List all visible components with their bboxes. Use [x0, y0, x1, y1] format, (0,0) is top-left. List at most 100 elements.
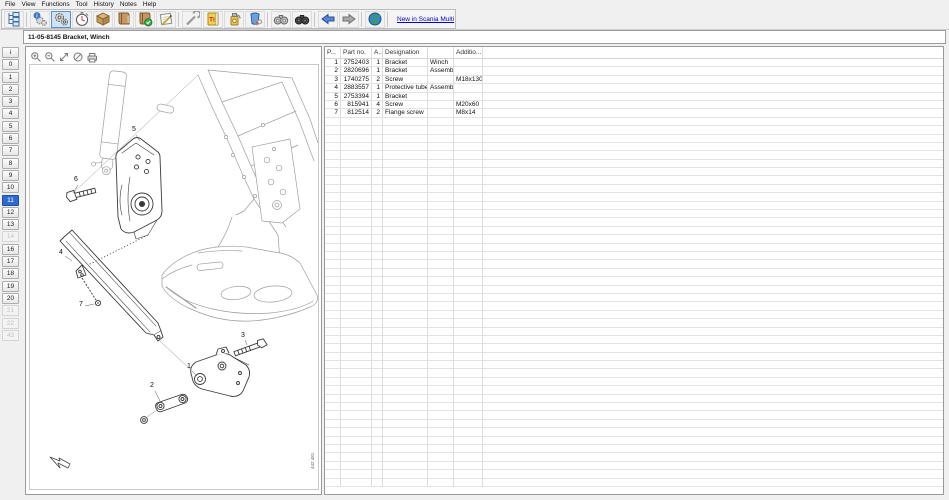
table-row[interactable]: 68159414ScrewM20x60: [325, 101, 943, 109]
sidebar-item-3[interactable]: 3: [2, 96, 19, 107]
cell-part-no: [341, 286, 372, 294]
zoom-area-button[interactable]: [58, 51, 70, 63]
toolbar-button-parts-info[interactable]: i: [30, 11, 50, 28]
cell-qty: [372, 437, 383, 445]
table-row[interactable]: 428835571Protective tubeAssembly: [325, 84, 943, 92]
toolbar-button-book-check[interactable]: [135, 11, 155, 28]
cell-part-no: [341, 185, 372, 193]
cell-extra: [428, 277, 454, 285]
table-row[interactable]: 78125142Flange screwM8x14: [325, 109, 943, 117]
column-header-pos[interactable]: P...: [325, 47, 341, 59]
table-row[interactable]: 527533941Bracket: [325, 93, 943, 101]
cell-additional: [454, 479, 483, 487]
print-button[interactable]: [86, 51, 98, 63]
toolbar-button-globe[interactable]: [365, 11, 385, 28]
toolbar-button-lubrication[interactable]: [224, 11, 244, 28]
callout-6[interactable]: 6: [74, 176, 78, 183]
sidebar-item-20[interactable]: 20: [2, 293, 19, 304]
table-row: [325, 353, 943, 361]
cell-designation: [383, 353, 428, 361]
sidebar-item-0[interactable]: 0: [2, 59, 19, 70]
toolbar-button-service-tools[interactable]: [182, 11, 202, 28]
callout-leader-7: [85, 304, 94, 306]
sidebar-item-2[interactable]: 2: [2, 84, 19, 95]
cell-filler: [483, 76, 943, 84]
callout-5[interactable]: 5: [132, 126, 136, 133]
zoom-out-button[interactable]: [44, 51, 56, 63]
sidebar-item-9[interactable]: 9: [2, 170, 19, 181]
cell-qty: [372, 395, 383, 403]
cell-additional: M20x60: [454, 101, 483, 109]
sidebar-item-19[interactable]: 19: [2, 281, 19, 292]
menu-item-history[interactable]: History: [91, 0, 117, 9]
toolbar-separator: [387, 12, 388, 27]
cell-pos: [325, 319, 341, 327]
cell-qty: [372, 286, 383, 294]
cell-part-no: [341, 319, 372, 327]
cell-qty: 4: [372, 101, 383, 109]
toolbar-button-consumables[interactable]: [245, 11, 265, 28]
toolbar-button-ti-document[interactable]: Ti: [203, 11, 223, 28]
cell-part-no: [341, 126, 372, 134]
sidebar-item-6[interactable]: 6: [2, 133, 19, 144]
callout-4[interactable]: 4: [59, 249, 63, 256]
sidebar-item-7[interactable]: 7: [2, 145, 19, 156]
new-in-scania-multi-link[interactable]: New in Scania Multi: [397, 16, 454, 23]
menu-item-file[interactable]: File: [2, 0, 18, 9]
toolbar-button-product-structure[interactable]: [4, 11, 24, 28]
cell-part-no: [341, 143, 372, 151]
menu-item-tool[interactable]: Tool: [73, 0, 91, 9]
column-header-designation[interactable]: Designation: [383, 47, 428, 59]
callout-2[interactable]: 2: [150, 382, 154, 389]
table-row[interactable]: 127524031BracketWinch: [325, 59, 943, 67]
cell-designation: [383, 151, 428, 159]
table-row: [325, 453, 943, 461]
sidebar-item-4[interactable]: 4: [2, 108, 19, 119]
toolbar-button-search-dark-binoculars[interactable]: [292, 11, 312, 28]
menu-item-view[interactable]: View: [18, 0, 38, 9]
cell-extra: [428, 126, 454, 134]
callout-3[interactable]: 3: [241, 332, 245, 339]
sidebar-item-i[interactable]: i: [2, 47, 19, 58]
cell-filler: [483, 235, 943, 243]
toolbar-button-forward-arrow[interactable]: [339, 11, 359, 28]
reset-view-button[interactable]: [72, 51, 84, 63]
column-header-additional[interactable]: Additio...: [454, 47, 483, 59]
callout-1[interactable]: 1: [187, 363, 191, 370]
menu-item-notes[interactable]: Notes: [117, 0, 140, 9]
toolbar-button-notes[interactable]: [156, 11, 176, 28]
sidebar-item-17[interactable]: 17: [2, 256, 19, 267]
sidebar-item-12[interactable]: 12: [2, 207, 19, 218]
column-header-qty[interactable]: A...: [372, 47, 383, 59]
toolbar-button-package[interactable]: [93, 11, 113, 28]
column-header-part-no[interactable]: Part no.: [341, 47, 372, 59]
zoom-in-button[interactable]: [30, 51, 42, 63]
sidebar-item-13[interactable]: 13: [2, 219, 19, 230]
toolbar-button-search-binoculars[interactable]: [271, 11, 291, 28]
table-row[interactable]: 317402752ScrewM18x130: [325, 76, 943, 84]
application-window: FileViewFunctionsToolHistoryNotesHelp i T…: [0, 0, 949, 500]
table-row[interactable]: 228206961BracketAssembly: [325, 67, 943, 75]
toolbar-button-back-arrow[interactable]: [318, 11, 338, 28]
sidebar-item-18[interactable]: 18: [2, 268, 19, 279]
cell-qty: [372, 328, 383, 336]
menu-item-functions[interactable]: Functions: [38, 0, 72, 9]
toolbar-button-history-clock[interactable]: [72, 11, 92, 28]
column-header-extra[interactable]: [428, 47, 454, 59]
sidebar-item-1[interactable]: 1: [2, 72, 19, 83]
toolbar-button-parts-catalogue[interactable]: [51, 11, 71, 28]
cell-additional: [454, 218, 483, 226]
callout-7[interactable]: 7: [79, 301, 83, 308]
sidebar-item-5[interactable]: 5: [2, 121, 19, 132]
cell-filler: [483, 59, 943, 67]
cell-extra: [428, 101, 454, 109]
table-row: [325, 160, 943, 168]
table-row: [325, 176, 943, 184]
sidebar-item-16[interactable]: 16: [2, 244, 19, 255]
sidebar-item-11[interactable]: 11: [2, 195, 19, 206]
sidebar-item-8[interactable]: 8: [2, 158, 19, 169]
cell-filler: [483, 93, 943, 101]
sidebar-item-10[interactable]: 10: [2, 182, 19, 193]
menu-item-help[interactable]: Help: [140, 0, 159, 9]
toolbar-button-book[interactable]: [114, 11, 134, 28]
